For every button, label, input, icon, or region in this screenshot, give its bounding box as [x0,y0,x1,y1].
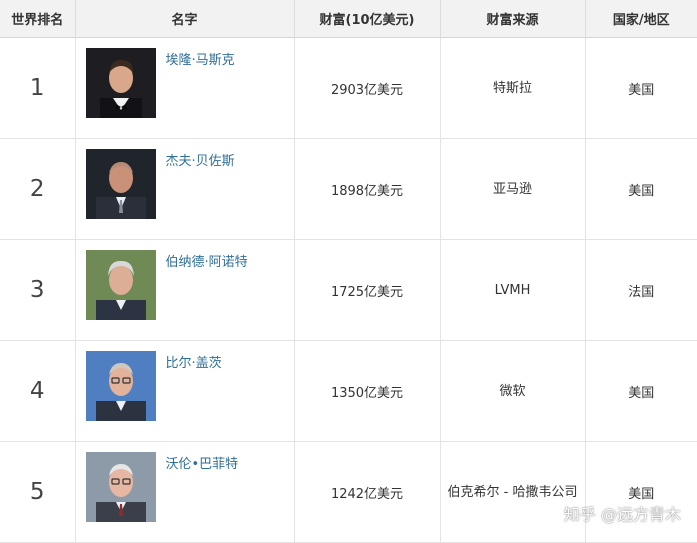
rank-cell: 1 [0,37,76,139]
wealth-cell: 1725亿美元 [294,239,441,341]
name-cell: 伯纳德·阿诺特 [75,239,295,341]
header-country: 国家/地区 [585,0,697,38]
rank-cell: 2 [0,138,76,240]
name-cell: 杰夫·贝佐斯 [75,138,295,240]
person-name-link[interactable]: 伯纳德·阿诺特 [166,251,248,270]
country-cell: 美国 [585,138,697,240]
source-cell: 特斯拉 [440,37,586,139]
header-wealth: 财富(10亿美元) [294,0,441,38]
name-cell: 埃隆·马斯克 [75,37,295,139]
person-name-link[interactable]: 沃伦•巴菲特 [166,453,239,472]
person-photo[interactable] [85,351,156,421]
table-row: 2 杰夫·贝佐斯 1898亿美元 亚马逊 美国 [0,138,697,240]
source-cell: LVMH [440,239,586,341]
billionaires-table: 世界排名 名字 财富(10亿美元) 财富来源 国家/地区 1 埃隆·马斯克 29… [0,0,697,543]
source-cell: 微软 [440,340,586,442]
rank-cell: 3 [0,239,76,341]
country-cell: 美国 [585,340,697,442]
wealth-cell: 2903亿美元 [294,37,441,139]
wealth-cell: 1898亿美元 [294,138,441,240]
country-cell: 法国 [585,239,697,341]
table-row: 1 埃隆·马斯克 2903亿美元 特斯拉 美国 [0,37,697,139]
source-cell: 亚马逊 [440,138,586,240]
wealth-cell: 1242亿美元 [294,441,441,543]
wealth-cell: 1350亿美元 [294,340,441,442]
watermark: 知乎 @远方青木 [563,505,681,524]
person-photo[interactable] [85,452,156,522]
person-photo[interactable] [85,149,156,219]
table-row: 4 比尔·盖茨 1350亿美元 微软 美国 [0,340,697,442]
name-cell: 沃伦•巴菲特 [75,441,295,543]
header-row: 世界排名 名字 财富(10亿美元) 财富来源 国家/地区 [0,0,697,38]
header-name: 名字 [75,0,295,38]
table-row: 5 沃伦•巴菲特 1242亿美元 伯克希尔 - 哈撒韦公司 美国 [0,441,697,543]
rank-cell: 5 [0,441,76,543]
person-photo[interactable] [85,250,156,320]
person-name-link[interactable]: 埃隆·马斯克 [166,49,235,68]
country-cell: 美国 [585,441,697,543]
rank-cell: 4 [0,340,76,442]
table-row: 3 伯纳德·阿诺特 1725亿美元 LVMH 法国 [0,239,697,341]
person-name-link[interactable]: 比尔·盖茨 [166,352,222,371]
person-name-link[interactable]: 杰夫·贝佐斯 [166,150,235,169]
header-rank: 世界排名 [0,0,76,38]
name-cell: 比尔·盖茨 [75,340,295,442]
person-photo[interactable] [85,48,156,118]
country-cell: 美国 [585,37,697,139]
source-cell: 伯克希尔 - 哈撒韦公司 [440,441,586,543]
header-source: 财富来源 [440,0,586,38]
